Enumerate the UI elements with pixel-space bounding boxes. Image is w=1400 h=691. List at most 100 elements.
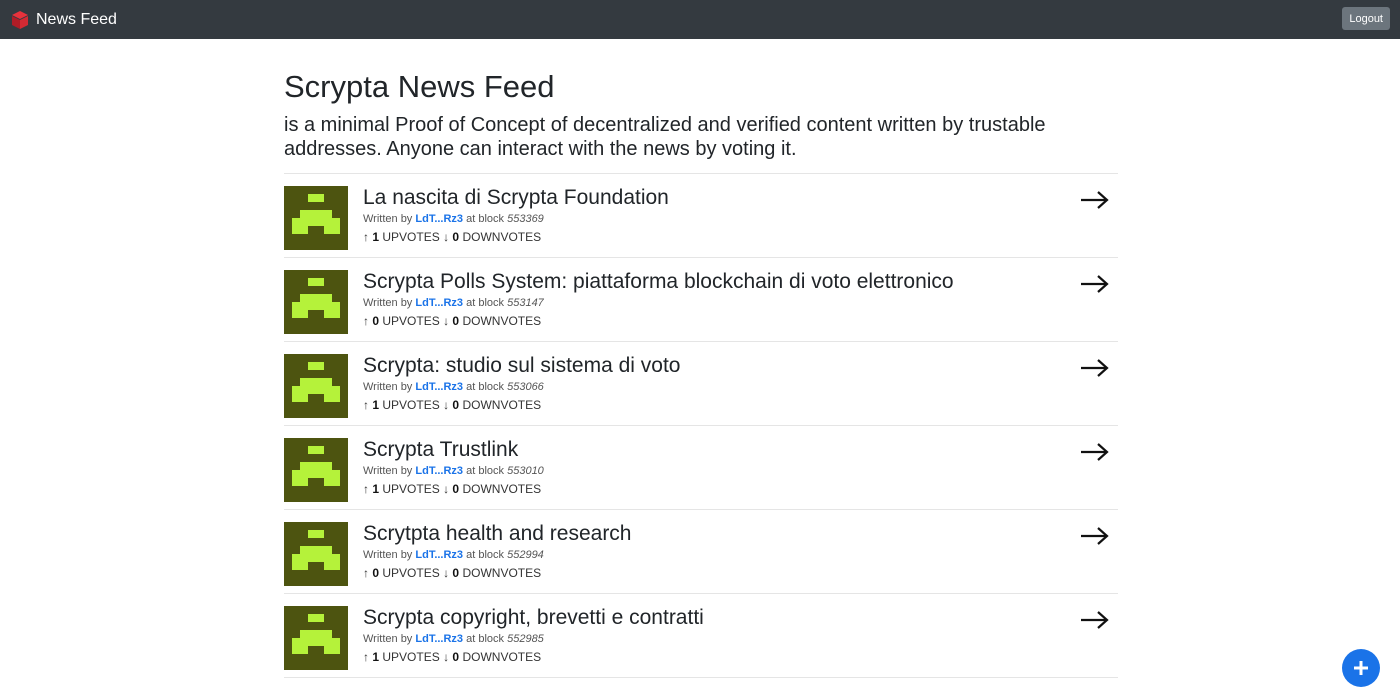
block-number: 553066	[507, 381, 544, 393]
downvote-icon[interactable]: ↓	[443, 230, 449, 244]
page-lead: is a minimal Proof of Concept of decentr…	[284, 114, 1046, 160]
news-meta: Written by LdT...Rz3 at block 552985	[363, 632, 704, 646]
upvote-count: 1	[372, 398, 380, 412]
news-title[interactable]: Scrypta Polls System: piattaforma blockc…	[363, 270, 954, 294]
author-link[interactable]: LdT...Rz3	[415, 549, 463, 561]
brand-title: News Feed	[36, 10, 117, 28]
upvote-icon[interactable]: ↑	[363, 482, 369, 496]
author-link[interactable]: LdT...Rz3	[415, 465, 463, 477]
identicon-avatar	[284, 186, 348, 250]
upvote-icon[interactable]: ↑	[363, 398, 369, 412]
at-block-label: at block	[466, 465, 505, 477]
identicon-avatar	[284, 522, 348, 586]
news-item[interactable]: Scrypta Trustlink Written by LdT...Rz3 a…	[284, 426, 1118, 510]
written-by-label: Written by	[363, 549, 413, 561]
written-by-label: Written by	[363, 213, 413, 225]
news-title[interactable]: Scrytpta health and research	[363, 522, 632, 546]
news-meta: Written by LdT...Rz3 at block 553147	[363, 296, 954, 310]
news-title[interactable]: Scrypta copyright, brevetti e contratti	[363, 606, 704, 630]
author-link[interactable]: LdT...Rz3	[415, 381, 463, 393]
upvote-count: 1	[372, 230, 380, 244]
arrow-right-icon[interactable]	[1080, 272, 1110, 296]
upvote-count: 1	[372, 650, 380, 664]
downvote-count: 0	[452, 482, 460, 496]
navbar: News Feed Logout	[0, 0, 1400, 39]
author-link[interactable]: LdT...Rz3	[415, 297, 463, 309]
at-block-label: at block	[466, 633, 505, 645]
identicon-avatar	[284, 606, 348, 670]
downvote-count: 0	[452, 398, 460, 412]
upvote-icon[interactable]: ↑	[363, 230, 369, 244]
upvotes-label: UPVOTES	[382, 482, 440, 496]
upvotes-label: UPVOTES	[382, 650, 440, 664]
arrow-right-icon[interactable]	[1080, 524, 1110, 548]
identicon-avatar	[284, 354, 348, 418]
upvote-count: 0	[372, 314, 380, 328]
news-meta: Written by LdT...Rz3 at block 553066	[363, 380, 680, 394]
block-number: 553369	[507, 213, 544, 225]
downvote-count: 0	[452, 314, 460, 328]
downvotes-label: DOWNVOTES	[462, 230, 542, 244]
vote-counts: ↑ 1 UPVOTES ↓ 0 DOWNVOTES	[363, 229, 669, 245]
downvote-icon[interactable]: ↓	[443, 566, 449, 580]
at-block-label: at block	[466, 549, 505, 561]
upvote-icon[interactable]: ↑	[363, 566, 369, 580]
written-by-label: Written by	[363, 297, 413, 309]
identicon-avatar	[284, 438, 348, 502]
vote-counts: ↑ 1 UPVOTES ↓ 0 DOWNVOTES	[363, 481, 544, 497]
arrow-right-icon[interactable]	[1080, 188, 1110, 212]
block-number: 553010	[507, 465, 544, 477]
news-title[interactable]: La nascita di Scrypta Foundation	[363, 186, 669, 210]
add-news-button[interactable]	[1342, 649, 1380, 687]
news-item[interactable]: Scrypta: studio sul sistema di voto Writ…	[284, 342, 1118, 426]
author-link[interactable]: LdT...Rz3	[415, 633, 463, 645]
news-item[interactable]: Scrypta copyright, brevetti e contratti …	[284, 594, 1118, 678]
block-number: 552994	[507, 549, 544, 561]
cube-logo-icon	[12, 10, 28, 29]
arrow-right-icon[interactable]	[1080, 440, 1110, 464]
news-meta: Written by LdT...Rz3 at block 553369	[363, 212, 669, 226]
downvotes-label: DOWNVOTES	[462, 398, 542, 412]
arrow-right-icon[interactable]	[1080, 356, 1110, 380]
downvotes-label: DOWNVOTES	[462, 314, 542, 328]
news-body: La nascita di Scrypta Foundation Written…	[363, 186, 669, 245]
upvotes-label: UPVOTES	[382, 566, 440, 580]
main-content: Scrypta News Feed is a minimal Proof of …	[284, 69, 1118, 678]
written-by-label: Written by	[363, 633, 413, 645]
block-number: 553147	[507, 297, 544, 309]
arrow-right-icon[interactable]	[1080, 608, 1110, 632]
upvote-icon[interactable]: ↑	[363, 314, 369, 328]
upvotes-label: UPVOTES	[382, 230, 440, 244]
news-body: Scrytpta health and research Written by …	[363, 522, 632, 581]
news-body: Scrypta Polls System: piattaforma blockc…	[363, 270, 954, 329]
author-link[interactable]: LdT...Rz3	[415, 213, 463, 225]
page-title: Scrypta News Feed	[284, 69, 555, 104]
downvote-icon[interactable]: ↓	[443, 398, 449, 412]
written-by-label: Written by	[363, 465, 413, 477]
downvotes-label: DOWNVOTES	[462, 482, 542, 496]
brand-link[interactable]: News Feed	[10, 10, 117, 30]
upvote-count: 1	[372, 482, 380, 496]
news-item[interactable]: La nascita di Scrypta Foundation Written…	[284, 174, 1118, 258]
downvote-icon[interactable]: ↓	[443, 314, 449, 328]
downvotes-label: DOWNVOTES	[462, 566, 542, 580]
at-block-label: at block	[466, 381, 505, 393]
news-item[interactable]: Scrytpta health and research Written by …	[284, 510, 1118, 594]
upvotes-label: UPVOTES	[382, 398, 440, 412]
at-block-label: at block	[466, 297, 505, 309]
news-title[interactable]: Scrypta Trustlink	[363, 438, 544, 462]
vote-counts: ↑ 1 UPVOTES ↓ 0 DOWNVOTES	[363, 397, 680, 413]
upvotes-label: UPVOTES	[382, 314, 440, 328]
news-title[interactable]: Scrypta: studio sul sistema di voto	[363, 354, 680, 378]
news-meta: Written by LdT...Rz3 at block 553010	[363, 464, 544, 478]
downvote-count: 0	[452, 566, 460, 580]
news-item[interactable]: Scrypta Polls System: piattaforma blockc…	[284, 258, 1118, 342]
identicon-avatar	[284, 270, 348, 334]
logout-button[interactable]: Logout	[1342, 7, 1390, 30]
upvote-icon[interactable]: ↑	[363, 650, 369, 664]
downvote-count: 0	[452, 650, 460, 664]
at-block-label: at block	[466, 213, 505, 225]
downvote-icon[interactable]: ↓	[443, 650, 449, 664]
downvote-icon[interactable]: ↓	[443, 482, 449, 496]
news-body: Scrypta Trustlink Written by LdT...Rz3 a…	[363, 438, 544, 497]
